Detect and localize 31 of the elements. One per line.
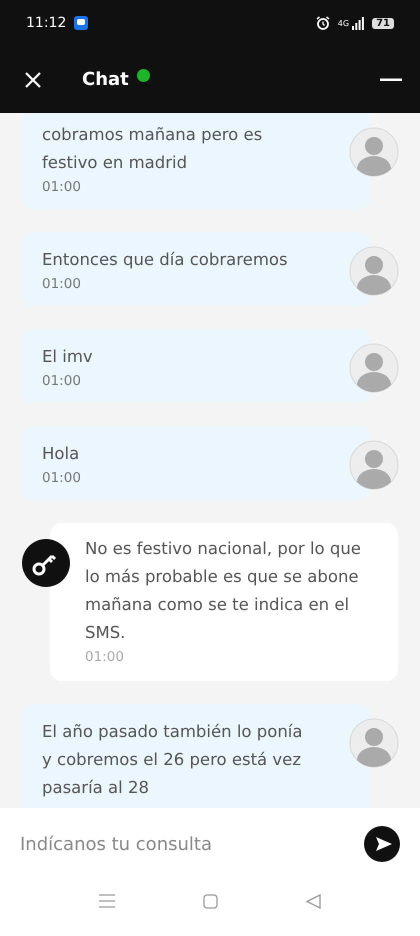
status-time: 11:12 — [26, 15, 66, 31]
send-button[interactable] — [364, 826, 400, 862]
user-avatar-icon — [349, 440, 399, 490]
message-text: Entonces que día cobraremos — [42, 249, 289, 271]
user-avatar-icon — [349, 246, 399, 296]
minimize-icon[interactable] — [380, 78, 402, 82]
message-time: 01:00 — [42, 178, 82, 197]
battery-level: 71 — [372, 18, 394, 28]
home-icon[interactable] — [203, 894, 218, 908]
back-icon[interactable] — [306, 894, 321, 908]
app-icon — [74, 16, 88, 30]
send-icon[interactable] — [374, 836, 392, 852]
message-text: Hola — [42, 443, 80, 465]
message-text: El imv — [42, 346, 94, 368]
message-text: cobramos mañana pero es festivo en madrid — [42, 124, 264, 174]
close-icon[interactable] — [24, 70, 42, 88]
user-avatar-icon — [349, 343, 399, 393]
user-avatar-icon — [349, 127, 399, 177]
chat-title: Chat — [82, 69, 129, 90]
message-input[interactable]: Indícanos tu consulta — [20, 828, 354, 860]
message-time: 01:00 — [42, 275, 82, 294]
message-text: No es festivo nacional, por lo que lo más probable es que se abone mañana como se te indica en el SMS. — [85, 538, 362, 644]
user-avatar-icon — [349, 718, 399, 768]
alarm-icon — [316, 16, 330, 30]
menu-icon[interactable] — [99, 894, 115, 908]
network-type: 4G — [338, 18, 350, 28]
message-time: 01:00 — [42, 469, 82, 488]
message-time: 01:00 — [42, 372, 82, 391]
message-text: El año pasado también lo ponía y cobremos el 26 pero está vez pasaría al 28 — [42, 721, 304, 799]
signal-icon — [352, 16, 364, 30]
message-time: 01:00 — [85, 648, 125, 667]
